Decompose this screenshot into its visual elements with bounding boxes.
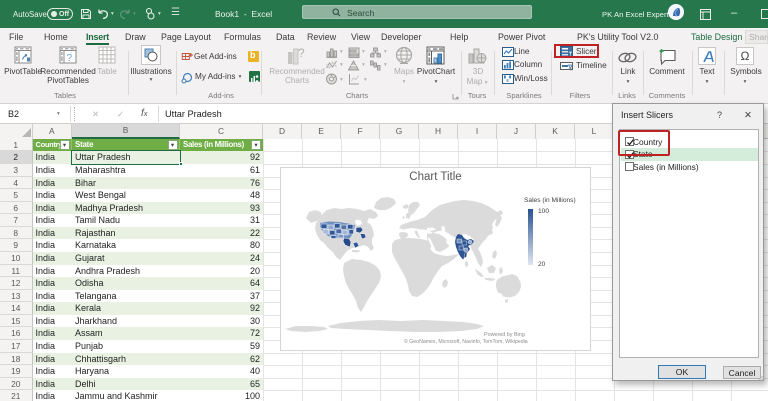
svg-text:?: ? (298, 47, 305, 60)
svg-text:?: ? (67, 53, 73, 64)
